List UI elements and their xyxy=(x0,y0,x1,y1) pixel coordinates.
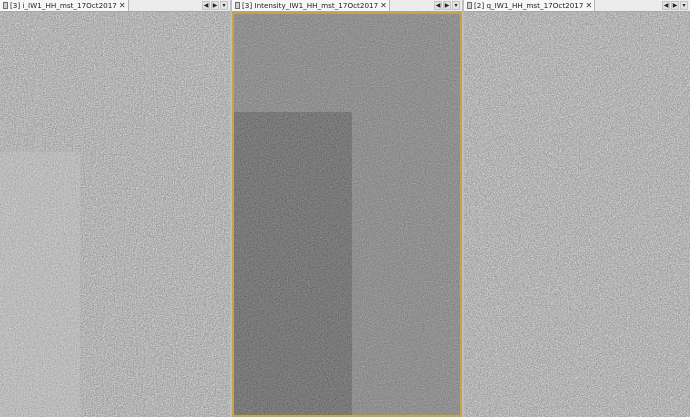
sar-image-q xyxy=(464,12,690,417)
tab-intensity-band[interactable]: [3] Intensity_IW1_HH_mst_17Oct2017 ✕ xyxy=(232,0,390,11)
tab-q-band[interactable]: [2] q_IW1_HH_mst_17Oct2017 ✕ xyxy=(464,0,596,11)
image-pane-intensity: [3] Intensity_IW1_HH_mst_17Oct2017 ✕ ◀ ▶… xyxy=(232,0,462,417)
image-view-q[interactable] xyxy=(464,12,690,417)
tab-bar: [3] Intensity_IW1_HH_mst_17Oct2017 ✕ ◀ ▶… xyxy=(232,0,462,12)
close-icon[interactable]: ✕ xyxy=(585,0,592,11)
tab-bar: [2] q_IW1_HH_mst_17Oct2017 ✕ ◀ ▶ ▾ xyxy=(464,0,690,12)
tab-menu-icon[interactable]: ▾ xyxy=(452,1,460,10)
tab-nav: ◀ ▶ ▾ xyxy=(433,1,462,10)
image-pane-q: [2] q_IW1_HH_mst_17Oct2017 ✕ ◀ ▶ ▾ xyxy=(464,0,690,417)
sar-image-i xyxy=(0,12,230,417)
image-pane-i: [3] i_IW1_HH_mst_17Oct2017 ✕ ◀ ▶ ▾ xyxy=(0,0,230,417)
tab-menu-icon[interactable]: ▾ xyxy=(220,1,228,10)
tab-label: [2] q_IW1_HH_mst_17Oct2017 xyxy=(474,1,584,10)
scroll-right-icon[interactable]: ▶ xyxy=(211,1,219,10)
tab-menu-icon[interactable]: ▾ xyxy=(680,1,688,10)
image-view-icon xyxy=(467,2,472,9)
tab-bar: [3] i_IW1_HH_mst_17Oct2017 ✕ ◀ ▶ ▾ xyxy=(0,0,230,12)
scroll-left-icon[interactable]: ◀ xyxy=(662,1,670,10)
tab-i-band[interactable]: [3] i_IW1_HH_mst_17Oct2017 ✕ xyxy=(0,0,129,11)
image-view-intensity[interactable] xyxy=(232,12,462,417)
scroll-left-icon[interactable]: ◀ xyxy=(434,1,442,10)
sar-image-intensity xyxy=(234,14,460,415)
image-view-i[interactable] xyxy=(0,12,230,417)
tab-nav: ◀ ▶ ▾ xyxy=(661,1,690,10)
tab-label: [3] i_IW1_HH_mst_17Oct2017 xyxy=(10,1,117,10)
image-view-icon xyxy=(3,2,8,9)
close-icon[interactable]: ✕ xyxy=(380,0,387,11)
tab-nav: ◀ ▶ ▾ xyxy=(201,1,230,10)
close-icon[interactable]: ✕ xyxy=(119,0,126,11)
scroll-left-icon[interactable]: ◀ xyxy=(202,1,210,10)
image-view-icon xyxy=(235,2,240,9)
scroll-right-icon[interactable]: ▶ xyxy=(671,1,679,10)
tab-label: [3] Intensity_IW1_HH_mst_17Oct2017 xyxy=(242,1,379,10)
scroll-right-icon[interactable]: ▶ xyxy=(443,1,451,10)
